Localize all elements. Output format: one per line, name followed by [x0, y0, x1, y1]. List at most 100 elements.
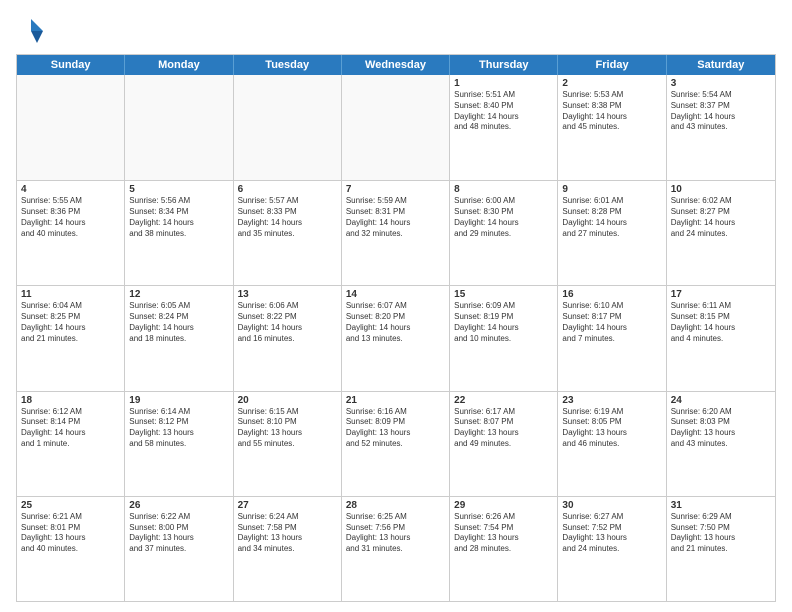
day-number: 6 [238, 184, 337, 195]
header-day-monday: Monday [125, 55, 233, 75]
day-number: 26 [129, 500, 228, 511]
day-number: 12 [129, 289, 228, 300]
calendar-cell-11: 8Sunrise: 6:00 AM Sunset: 8:30 PM Daylig… [450, 181, 558, 285]
calendar-cell-16: 13Sunrise: 6:06 AM Sunset: 8:22 PM Dayli… [234, 286, 342, 390]
calendar-cell-30: 27Sunrise: 6:24 AM Sunset: 7:58 PM Dayli… [234, 497, 342, 601]
day-info: Sunrise: 6:29 AM Sunset: 7:50 PM Dayligh… [671, 512, 771, 555]
day-number: 27 [238, 500, 337, 511]
calendar-cell-27: 24Sunrise: 6:20 AM Sunset: 8:03 PM Dayli… [667, 392, 775, 496]
day-number: 18 [21, 395, 120, 406]
day-number: 15 [454, 289, 553, 300]
calendar-cell-18: 15Sunrise: 6:09 AM Sunset: 8:19 PM Dayli… [450, 286, 558, 390]
day-number: 13 [238, 289, 337, 300]
calendar-header: SundayMondayTuesdayWednesdayThursdayFrid… [17, 55, 775, 75]
day-info: Sunrise: 5:57 AM Sunset: 8:33 PM Dayligh… [238, 196, 337, 239]
day-number: 22 [454, 395, 553, 406]
calendar-cell-25: 22Sunrise: 6:17 AM Sunset: 8:07 PM Dayli… [450, 392, 558, 496]
day-number: 17 [671, 289, 771, 300]
day-number: 10 [671, 184, 771, 195]
day-info: Sunrise: 6:15 AM Sunset: 8:10 PM Dayligh… [238, 407, 337, 450]
day-number: 28 [346, 500, 445, 511]
day-number: 16 [562, 289, 661, 300]
calendar-cell-23: 20Sunrise: 6:15 AM Sunset: 8:10 PM Dayli… [234, 392, 342, 496]
calendar-cell-3 [342, 75, 450, 180]
logo [16, 16, 50, 46]
day-number: 20 [238, 395, 337, 406]
calendar-cell-14: 11Sunrise: 6:04 AM Sunset: 8:25 PM Dayli… [17, 286, 125, 390]
calendar-cell-33: 30Sunrise: 6:27 AM Sunset: 7:52 PM Dayli… [558, 497, 666, 601]
header-day-thursday: Thursday [450, 55, 558, 75]
calendar-week-5: 25Sunrise: 6:21 AM Sunset: 8:01 PM Dayli… [17, 496, 775, 601]
day-info: Sunrise: 6:09 AM Sunset: 8:19 PM Dayligh… [454, 301, 553, 344]
day-info: Sunrise: 6:26 AM Sunset: 7:54 PM Dayligh… [454, 512, 553, 555]
calendar-cell-32: 29Sunrise: 6:26 AM Sunset: 7:54 PM Dayli… [450, 497, 558, 601]
page: SundayMondayTuesdayWednesdayThursdayFrid… [0, 0, 792, 612]
day-number: 11 [21, 289, 120, 300]
day-info: Sunrise: 6:04 AM Sunset: 8:25 PM Dayligh… [21, 301, 120, 344]
calendar-cell-4: 1Sunrise: 5:51 AM Sunset: 8:40 PM Daylig… [450, 75, 558, 180]
day-number: 5 [129, 184, 228, 195]
day-info: Sunrise: 5:53 AM Sunset: 8:38 PM Dayligh… [562, 90, 661, 133]
header [16, 16, 776, 46]
calendar-week-4: 18Sunrise: 6:12 AM Sunset: 8:14 PM Dayli… [17, 391, 775, 496]
day-info: Sunrise: 6:27 AM Sunset: 7:52 PM Dayligh… [562, 512, 661, 555]
header-day-wednesday: Wednesday [342, 55, 450, 75]
day-number: 31 [671, 500, 771, 511]
logo-icon [16, 16, 46, 46]
calendar-cell-8: 5Sunrise: 5:56 AM Sunset: 8:34 PM Daylig… [125, 181, 233, 285]
day-info: Sunrise: 6:16 AM Sunset: 8:09 PM Dayligh… [346, 407, 445, 450]
header-day-saturday: Saturday [667, 55, 775, 75]
day-info: Sunrise: 6:01 AM Sunset: 8:28 PM Dayligh… [562, 196, 661, 239]
day-number: 1 [454, 78, 553, 89]
day-number: 14 [346, 289, 445, 300]
day-info: Sunrise: 5:56 AM Sunset: 8:34 PM Dayligh… [129, 196, 228, 239]
day-info: Sunrise: 6:02 AM Sunset: 8:27 PM Dayligh… [671, 196, 771, 239]
day-info: Sunrise: 6:10 AM Sunset: 8:17 PM Dayligh… [562, 301, 661, 344]
calendar-cell-12: 9Sunrise: 6:01 AM Sunset: 8:28 PM Daylig… [558, 181, 666, 285]
day-number: 19 [129, 395, 228, 406]
calendar-cell-21: 18Sunrise: 6:12 AM Sunset: 8:14 PM Dayli… [17, 392, 125, 496]
day-info: Sunrise: 6:21 AM Sunset: 8:01 PM Dayligh… [21, 512, 120, 555]
day-info: Sunrise: 6:19 AM Sunset: 8:05 PM Dayligh… [562, 407, 661, 450]
calendar-cell-19: 16Sunrise: 6:10 AM Sunset: 8:17 PM Dayli… [558, 286, 666, 390]
calendar-cell-0 [17, 75, 125, 180]
day-info: Sunrise: 6:22 AM Sunset: 8:00 PM Dayligh… [129, 512, 228, 555]
calendar-cell-29: 26Sunrise: 6:22 AM Sunset: 8:00 PM Dayli… [125, 497, 233, 601]
calendar-cell-26: 23Sunrise: 6:19 AM Sunset: 8:05 PM Dayli… [558, 392, 666, 496]
day-number: 4 [21, 184, 120, 195]
calendar-cell-7: 4Sunrise: 5:55 AM Sunset: 8:36 PM Daylig… [17, 181, 125, 285]
day-info: Sunrise: 5:51 AM Sunset: 8:40 PM Dayligh… [454, 90, 553, 133]
day-info: Sunrise: 5:55 AM Sunset: 8:36 PM Dayligh… [21, 196, 120, 239]
day-info: Sunrise: 6:11 AM Sunset: 8:15 PM Dayligh… [671, 301, 771, 344]
day-info: Sunrise: 6:06 AM Sunset: 8:22 PM Dayligh… [238, 301, 337, 344]
day-number: 24 [671, 395, 771, 406]
calendar-cell-17: 14Sunrise: 6:07 AM Sunset: 8:20 PM Dayli… [342, 286, 450, 390]
calendar-cell-24: 21Sunrise: 6:16 AM Sunset: 8:09 PM Dayli… [342, 392, 450, 496]
header-day-sunday: Sunday [17, 55, 125, 75]
day-info: Sunrise: 6:20 AM Sunset: 8:03 PM Dayligh… [671, 407, 771, 450]
day-info: Sunrise: 6:00 AM Sunset: 8:30 PM Dayligh… [454, 196, 553, 239]
day-info: Sunrise: 6:07 AM Sunset: 8:20 PM Dayligh… [346, 301, 445, 344]
calendar-week-2: 4Sunrise: 5:55 AM Sunset: 8:36 PM Daylig… [17, 180, 775, 285]
calendar-cell-34: 31Sunrise: 6:29 AM Sunset: 7:50 PM Dayli… [667, 497, 775, 601]
day-number: 9 [562, 184, 661, 195]
day-number: 23 [562, 395, 661, 406]
day-number: 7 [346, 184, 445, 195]
day-info: Sunrise: 5:54 AM Sunset: 8:37 PM Dayligh… [671, 90, 771, 133]
day-info: Sunrise: 6:25 AM Sunset: 7:56 PM Dayligh… [346, 512, 445, 555]
calendar-cell-31: 28Sunrise: 6:25 AM Sunset: 7:56 PM Dayli… [342, 497, 450, 601]
day-number: 2 [562, 78, 661, 89]
calendar-cell-28: 25Sunrise: 6:21 AM Sunset: 8:01 PM Dayli… [17, 497, 125, 601]
day-number: 8 [454, 184, 553, 195]
day-info: Sunrise: 6:24 AM Sunset: 7:58 PM Dayligh… [238, 512, 337, 555]
calendar-body: 1Sunrise: 5:51 AM Sunset: 8:40 PM Daylig… [17, 75, 775, 601]
header-day-friday: Friday [558, 55, 666, 75]
calendar: SundayMondayTuesdayWednesdayThursdayFrid… [16, 54, 776, 602]
calendar-cell-6: 3Sunrise: 5:54 AM Sunset: 8:37 PM Daylig… [667, 75, 775, 180]
day-number: 29 [454, 500, 553, 511]
calendar-cell-1 [125, 75, 233, 180]
calendar-cell-2 [234, 75, 342, 180]
calendar-week-1: 1Sunrise: 5:51 AM Sunset: 8:40 PM Daylig… [17, 75, 775, 180]
day-number: 21 [346, 395, 445, 406]
calendar-cell-9: 6Sunrise: 5:57 AM Sunset: 8:33 PM Daylig… [234, 181, 342, 285]
